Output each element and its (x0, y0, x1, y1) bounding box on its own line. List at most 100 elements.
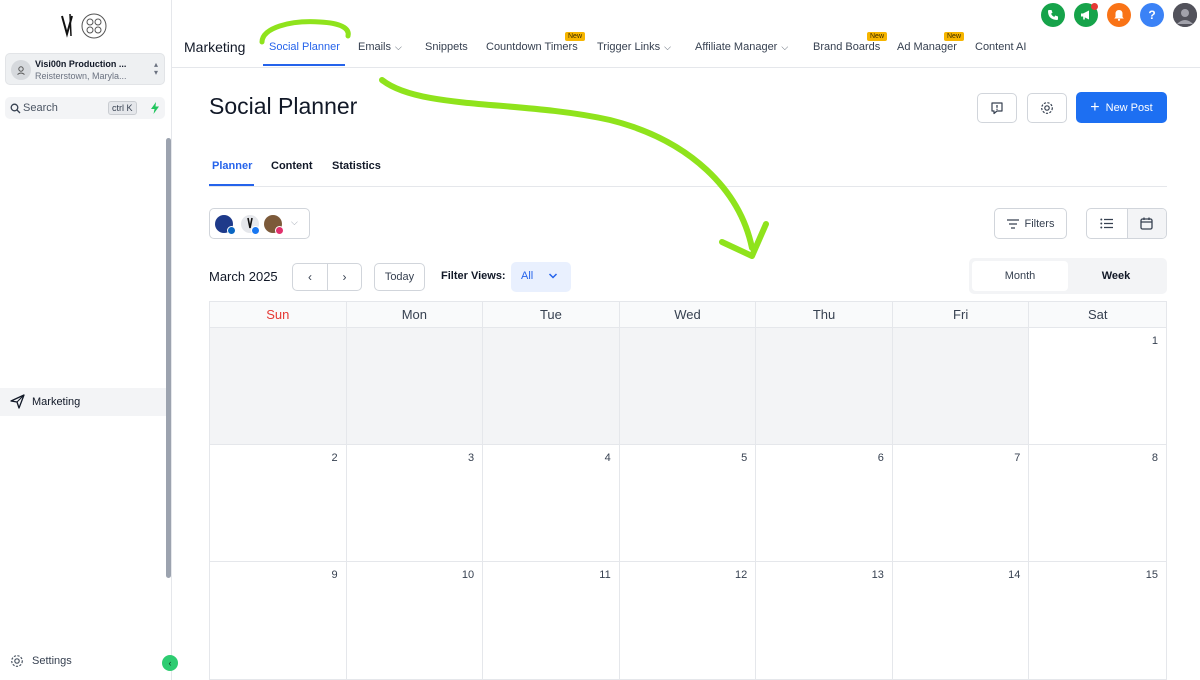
settings-button[interactable] (1027, 93, 1067, 123)
next-month-button[interactable]: › (326, 264, 361, 290)
day-header: Sat (1087, 307, 1108, 322)
calendar-day-cell[interactable]: 2 (210, 445, 347, 562)
sidebar-item-label: Marketing (32, 396, 81, 408)
account-location: Reisterstown, Maryla... (35, 71, 127, 81)
chevron-down-icon: ⌵ (291, 217, 298, 227)
account-switcher[interactable]: Visi00n Production ... Reisterstown, Mar… (5, 53, 165, 85)
collapse-sidebar-button[interactable]: ‹ (162, 655, 178, 671)
day-header: Mon (347, 302, 484, 327)
calendar-day-cell[interactable]: 8 (1029, 445, 1166, 562)
day-number: 2 (331, 452, 338, 464)
tab-emails[interactable]: Emails ⌵ (358, 41, 402, 53)
top-navigation: Marketing Social Planner Emails ⌵ Snippet… (172, 0, 1200, 68)
day-number: 6 (877, 452, 884, 464)
chevron-down-icon: ⌵ (395, 42, 402, 52)
tab-content-ai[interactable]: Content AI (975, 41, 1026, 53)
filters-button[interactable]: Filters (994, 208, 1067, 239)
calendar-day-cell[interactable] (483, 328, 620, 445)
sidebar-item-settings[interactable]: Settings (10, 654, 72, 673)
calendar-day-cell[interactable]: 11 (483, 562, 620, 680)
tab-snippets[interactable]: Snippets (425, 41, 468, 53)
tab-affiliate-manager[interactable]: Affiliate Manager ⌵ (695, 41, 788, 53)
calendar-day-cell[interactable]: 15 (1029, 562, 1166, 680)
tab-countdown-timers[interactable]: Countdown Timers (486, 41, 578, 53)
help-icon[interactable]: ? (1140, 3, 1164, 27)
sidebar-item-marketing[interactable]: Marketing (0, 388, 166, 416)
user-avatar[interactable] (1173, 3, 1197, 27)
day-number: 5 (741, 452, 748, 464)
previous-month-button[interactable]: ‹ (293, 264, 327, 290)
tab-content[interactable]: Content (271, 160, 313, 172)
paper-plane-icon (10, 394, 25, 414)
calendar-day-cell[interactable]: 4 (483, 445, 620, 562)
calendar-day-cell[interactable] (619, 328, 757, 445)
view-toggle (1086, 208, 1167, 239)
new-badge: New (944, 32, 965, 41)
calendar-day-cell[interactable]: 10 (346, 562, 484, 680)
instagram-icon (275, 226, 284, 235)
calendar-day-cell[interactable]: 12 (619, 562, 757, 680)
chevron-left-icon: ‹ (307, 270, 312, 284)
day-number: 12 (735, 569, 748, 581)
brand-logo[interactable] (58, 10, 110, 42)
feedback-button[interactable] (977, 93, 1017, 123)
feedback-icon (991, 102, 1003, 115)
social-accounts-selector[interactable]: ⌵ (209, 208, 310, 239)
month-view-button[interactable]: Month (972, 261, 1068, 291)
gear-icon (1041, 102, 1053, 114)
bolt-icon[interactable] (150, 101, 160, 119)
today-button[interactable]: Today (374, 263, 425, 291)
calendar-grid: Sun Mon Tue Wed Thu Fri Sat 1 2 3 4 5 6 … (209, 301, 1167, 680)
calendar-day-cell[interactable] (210, 328, 347, 445)
month-navigation: ‹ › (292, 263, 362, 291)
calendar-day-cell[interactable]: 9 (210, 562, 347, 680)
day-header: Fri (893, 302, 1030, 327)
calendar-day-cell[interactable] (756, 328, 893, 445)
calendar-view-button[interactable] (1126, 209, 1166, 238)
tab-social-planner[interactable]: Social Planner (269, 41, 340, 53)
active-tab-indicator (209, 184, 254, 186)
day-number: 9 (331, 569, 338, 581)
calendar-day-cell[interactable]: 3 (346, 445, 484, 562)
chevron-updown-icon: ▴ ▾ (153, 60, 158, 77)
phone-icon[interactable] (1041, 3, 1065, 27)
chevron-down-icon: ⌵ (664, 42, 671, 52)
calendar-day-cell[interactable]: 7 (892, 445, 1030, 562)
chevron-down-icon (548, 273, 558, 279)
calendar-day-cell[interactable]: 1 (1029, 328, 1166, 445)
sidebar-search[interactable]: Search ctrl K (5, 97, 165, 119)
calendar-day-cell[interactable]: 6 (756, 445, 893, 562)
gear-icon (11, 655, 23, 667)
list-icon (1100, 218, 1114, 229)
new-post-button[interactable]: + New Post (1076, 92, 1167, 123)
calendar-day-cell[interactable]: 13 (756, 562, 893, 680)
day-number: 4 (604, 452, 611, 464)
filter-views-select[interactable]: All (511, 262, 571, 292)
filter-views-label: Filter Views: (441, 270, 506, 282)
calendar-day-cell[interactable]: 14 (892, 562, 1030, 680)
calendar-day-cell[interactable] (346, 328, 484, 445)
filters-label: Filters (1024, 217, 1055, 230)
list-view-button[interactable] (1087, 209, 1127, 238)
day-header: Sun (210, 302, 347, 327)
day-number: 15 (1145, 569, 1158, 581)
help-icon-glyph: ? (1148, 8, 1156, 22)
plus-icon: + (1090, 98, 1100, 116)
day-header: Tue (483, 302, 620, 327)
current-month: March 2025 (209, 269, 278, 284)
bell-icon[interactable] (1107, 3, 1131, 27)
tab-statistics[interactable]: Statistics (332, 160, 381, 172)
tab-brand-boards[interactable]: Brand Boards (813, 41, 880, 53)
day-number: 10 (461, 569, 475, 581)
tab-trigger-links[interactable]: Trigger Links ⌵ (597, 41, 671, 53)
day-number: 1 (1151, 335, 1158, 347)
calendar-day-cell[interactable] (892, 328, 1030, 445)
tab-planner[interactable]: Planner (212, 160, 252, 172)
sidebar-scrollbar[interactable] (166, 138, 171, 578)
day-number: 7 (1014, 452, 1021, 464)
tab-ad-manager[interactable]: Ad Manager (897, 41, 957, 53)
week-view-button[interactable]: Week (1068, 261, 1164, 291)
day-number: 11 (599, 569, 611, 581)
calendar-day-cell[interactable]: 5 (619, 445, 757, 562)
calendar-header: Sun Mon Tue Wed Thu Fri Sat (210, 302, 1166, 328)
